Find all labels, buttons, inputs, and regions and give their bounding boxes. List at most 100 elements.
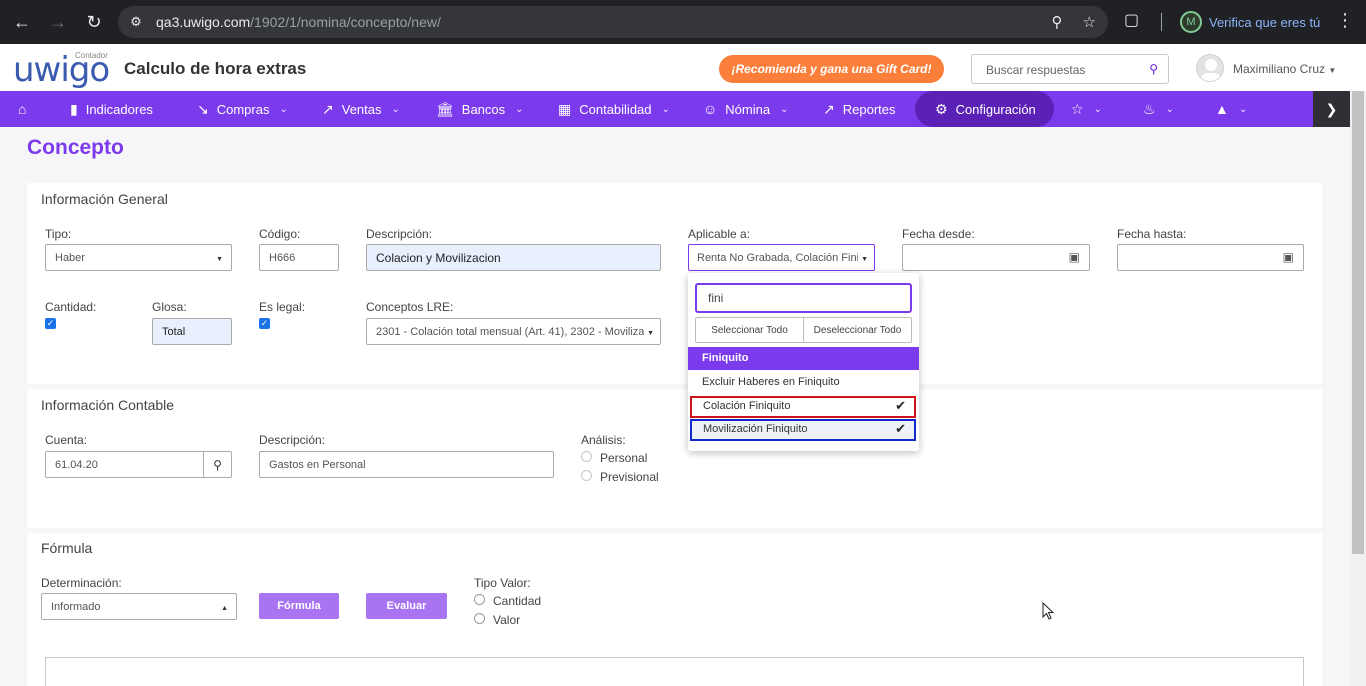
general-info-title: Información General — [41, 191, 168, 207]
accounting-info-title: Información Contable — [41, 397, 175, 413]
nav-notifications[interactable]: ♨ ⌄ — [1143, 91, 1174, 127]
fecha-desde-input[interactable]: ▣ — [902, 244, 1090, 271]
tipo-valor-cantidad-radio[interactable] — [474, 594, 485, 605]
fecha-hasta-input[interactable]: ▣ — [1117, 244, 1304, 271]
nav-reportes[interactable]: ↗ Reportes — [823, 91, 895, 127]
site-info-icon[interactable]: ⚙ — [122, 8, 150, 36]
nav-nomina[interactable]: ☺ Nómina ⌄ — [703, 91, 788, 127]
calendar-icon: ▣ — [1282, 250, 1294, 264]
nav-configuracion[interactable]: ⚙ Configuración — [915, 91, 1054, 127]
fecha-desde-label: Fecha desde: — [902, 227, 975, 241]
codigo-input[interactable]: H666 — [259, 244, 339, 271]
general-info-card — [27, 183, 1322, 384]
tipo-select[interactable]: Haber ▼ — [45, 244, 232, 271]
analisis-personal-label: Personal — [600, 451, 648, 465]
url-text: qa3.uwigo.com/1902/1/nomina/concepto/new… — [156, 14, 441, 30]
analisis-personal-radio[interactable] — [581, 451, 592, 462]
nav-ventas[interactable]: ↗ Ventas ⌄ — [322, 91, 400, 127]
nav-scroll-right-icon[interactable]: ❯ — [1313, 91, 1350, 127]
dropdown-group-header: Finiquito — [688, 347, 919, 370]
nav-indicadores[interactable]: ▮ Indicadores — [70, 91, 153, 127]
chevron-down-icon: ⌄ — [279, 103, 288, 115]
home-icon[interactable]: ⌂ — [18, 91, 26, 127]
es-legal-checkbox[interactable]: ✓ — [259, 318, 270, 329]
back-icon[interactable]: ← — [4, 4, 40, 40]
extensions-icon[interactable]: ▢ — [1124, 10, 1139, 30]
promo-button[interactable]: ¡Recomienda y gana una Gift Card! — [719, 55, 944, 83]
cuenta-label: Cuenta: — [45, 433, 88, 447]
cantidad-checkbox[interactable]: ✓ — [45, 318, 56, 329]
dropdown-option[interactable]: Excluir Haberes en Finiquito — [688, 372, 919, 394]
search-icon[interactable]: ⚲ — [1149, 62, 1158, 76]
arrow-up-right-icon: ↗ — [322, 100, 334, 117]
line-chart-icon: ↗ — [823, 100, 835, 117]
formula-editor[interactable] — [45, 657, 1304, 686]
search-icon[interactable]: ⚲ — [203, 452, 231, 477]
check-icon: ✔ — [895, 398, 906, 413]
chevron-down-icon: ⌄ — [1093, 103, 1102, 115]
calendar-icon: ▣ — [1068, 250, 1080, 264]
formula-title: Fórmula — [41, 540, 93, 556]
user-icon: ☺ — [703, 101, 718, 117]
deselect-all-button[interactable]: Deseleccionar Todo — [803, 318, 911, 342]
contable-descripcion-input[interactable]: Gastos en Personal — [259, 451, 554, 478]
caret-down-icon: ▼ — [861, 256, 868, 263]
fecha-hasta-label: Fecha hasta: — [1117, 227, 1187, 241]
profile-label: Verifica que eres tú — [1209, 14, 1321, 30]
tipo-valor-valor-radio[interactable] — [474, 613, 485, 624]
dropdown-bulk-actions: Seleccionar Todo Deseleccionar Todo — [695, 317, 912, 343]
user-menu[interactable]: Maximiliano Cruz ▼ — [1233, 62, 1336, 76]
tipo-valor-label: Tipo Valor: — [474, 576, 531, 590]
graduation-cap-icon: ▲ — [1215, 101, 1229, 117]
profile-avatar: M — [1180, 11, 1202, 33]
select-all-button[interactable]: Seleccionar Todo — [696, 318, 803, 342]
nav-contabilidad[interactable]: ▦ Contabilidad ⌄ — [558, 91, 670, 127]
browser-toolbar: ← → ↻ ⚙ qa3.uwigo.com/1902/1/nomina/conc… — [0, 0, 1366, 44]
caret-up-icon: ▲ — [221, 605, 228, 612]
cuenta-input[interactable]: 61.04.20 ⚲ — [45, 451, 232, 478]
forward-icon[interactable]: → — [40, 4, 76, 40]
help-search-input[interactable]: Buscar respuestas ⚲ — [971, 54, 1169, 84]
lre-multiselect[interactable]: 2301 - Colación total mensual (Art. 41),… — [366, 318, 661, 345]
descripcion-input[interactable]: Colacion y Movilizacion — [366, 244, 661, 271]
chevron-down-icon: ⌄ — [780, 103, 789, 115]
analisis-previsional-radio[interactable] — [581, 470, 592, 481]
uwigo-logo[interactable]: uwigo Contador — [13, 49, 113, 87]
nav-academy[interactable]: ▲ ⌄ — [1215, 91, 1247, 127]
evaluar-button[interactable]: Evaluar — [366, 593, 447, 619]
nav-favorites[interactable]: ☆ ⌄ — [1071, 91, 1102, 127]
analisis-previsional-label: Previsional — [600, 470, 659, 484]
browser-menu-icon[interactable]: ⋮ — [1336, 10, 1354, 31]
bank-icon: 🏛 — [436, 100, 454, 117]
profile-chip[interactable]: M Verifica que eres tú — [1176, 7, 1331, 37]
es-legal-label: Es legal: — [259, 300, 306, 314]
aplicable-multiselect[interactable]: Renta No Grabada, Colación Finiquito▼ — [688, 244, 875, 271]
nav-bancos[interactable]: 🏛 Bancos ⌄ — [436, 91, 524, 127]
aplicable-label: Aplicable a: — [688, 227, 751, 241]
chevron-down-icon: ⌄ — [1165, 103, 1174, 115]
cantidad-label: Cantidad: — [45, 300, 97, 314]
dropdown-option-selected[interactable]: Movilización Finiquito ✔ — [690, 419, 916, 441]
reload-icon[interactable]: ↻ — [76, 4, 112, 40]
address-bar[interactable]: ⚙ qa3.uwigo.com/1902/1/nomina/concepto/n… — [118, 6, 1108, 38]
zoom-icon[interactable]: ⚲ — [1052, 13, 1063, 31]
formula-button[interactable]: Fórmula — [259, 593, 339, 619]
dropdown-search-input[interactable]: fini — [695, 283, 912, 313]
caret-down-icon: ▼ — [216, 256, 223, 263]
codigo-label: Código: — [259, 227, 301, 241]
calculator-icon: ▦ — [558, 100, 572, 117]
determinacion-select[interactable]: Informado ▲ — [41, 593, 237, 620]
chevron-down-icon: ⌄ — [661, 103, 670, 115]
tipo-valor-cantidad-label: Cantidad — [493, 594, 542, 608]
nav-compras[interactable]: ↘ Compras ⌄ — [197, 91, 288, 127]
mouse-cursor-icon — [1042, 602, 1054, 620]
page-title: Concepto — [27, 136, 124, 159]
page-scrollbar-thumb[interactable] — [1352, 91, 1364, 554]
arrow-down-right-icon: ↘ — [197, 100, 209, 117]
dropdown-option-selected[interactable]: Colación Finiquito ✔ — [690, 396, 916, 418]
glosa-input[interactable]: Total — [152, 318, 232, 345]
chevron-down-icon: ⌄ — [515, 103, 524, 115]
bookmark-star-icon[interactable]: ☆ — [1083, 13, 1096, 31]
user-avatar[interactable] — [1196, 54, 1224, 82]
main-navigation: ⌂ ▮ Indicadores ↘ Compras ⌄ ↗ Ventas ⌄ 🏛 Banco… — [0, 91, 1350, 127]
